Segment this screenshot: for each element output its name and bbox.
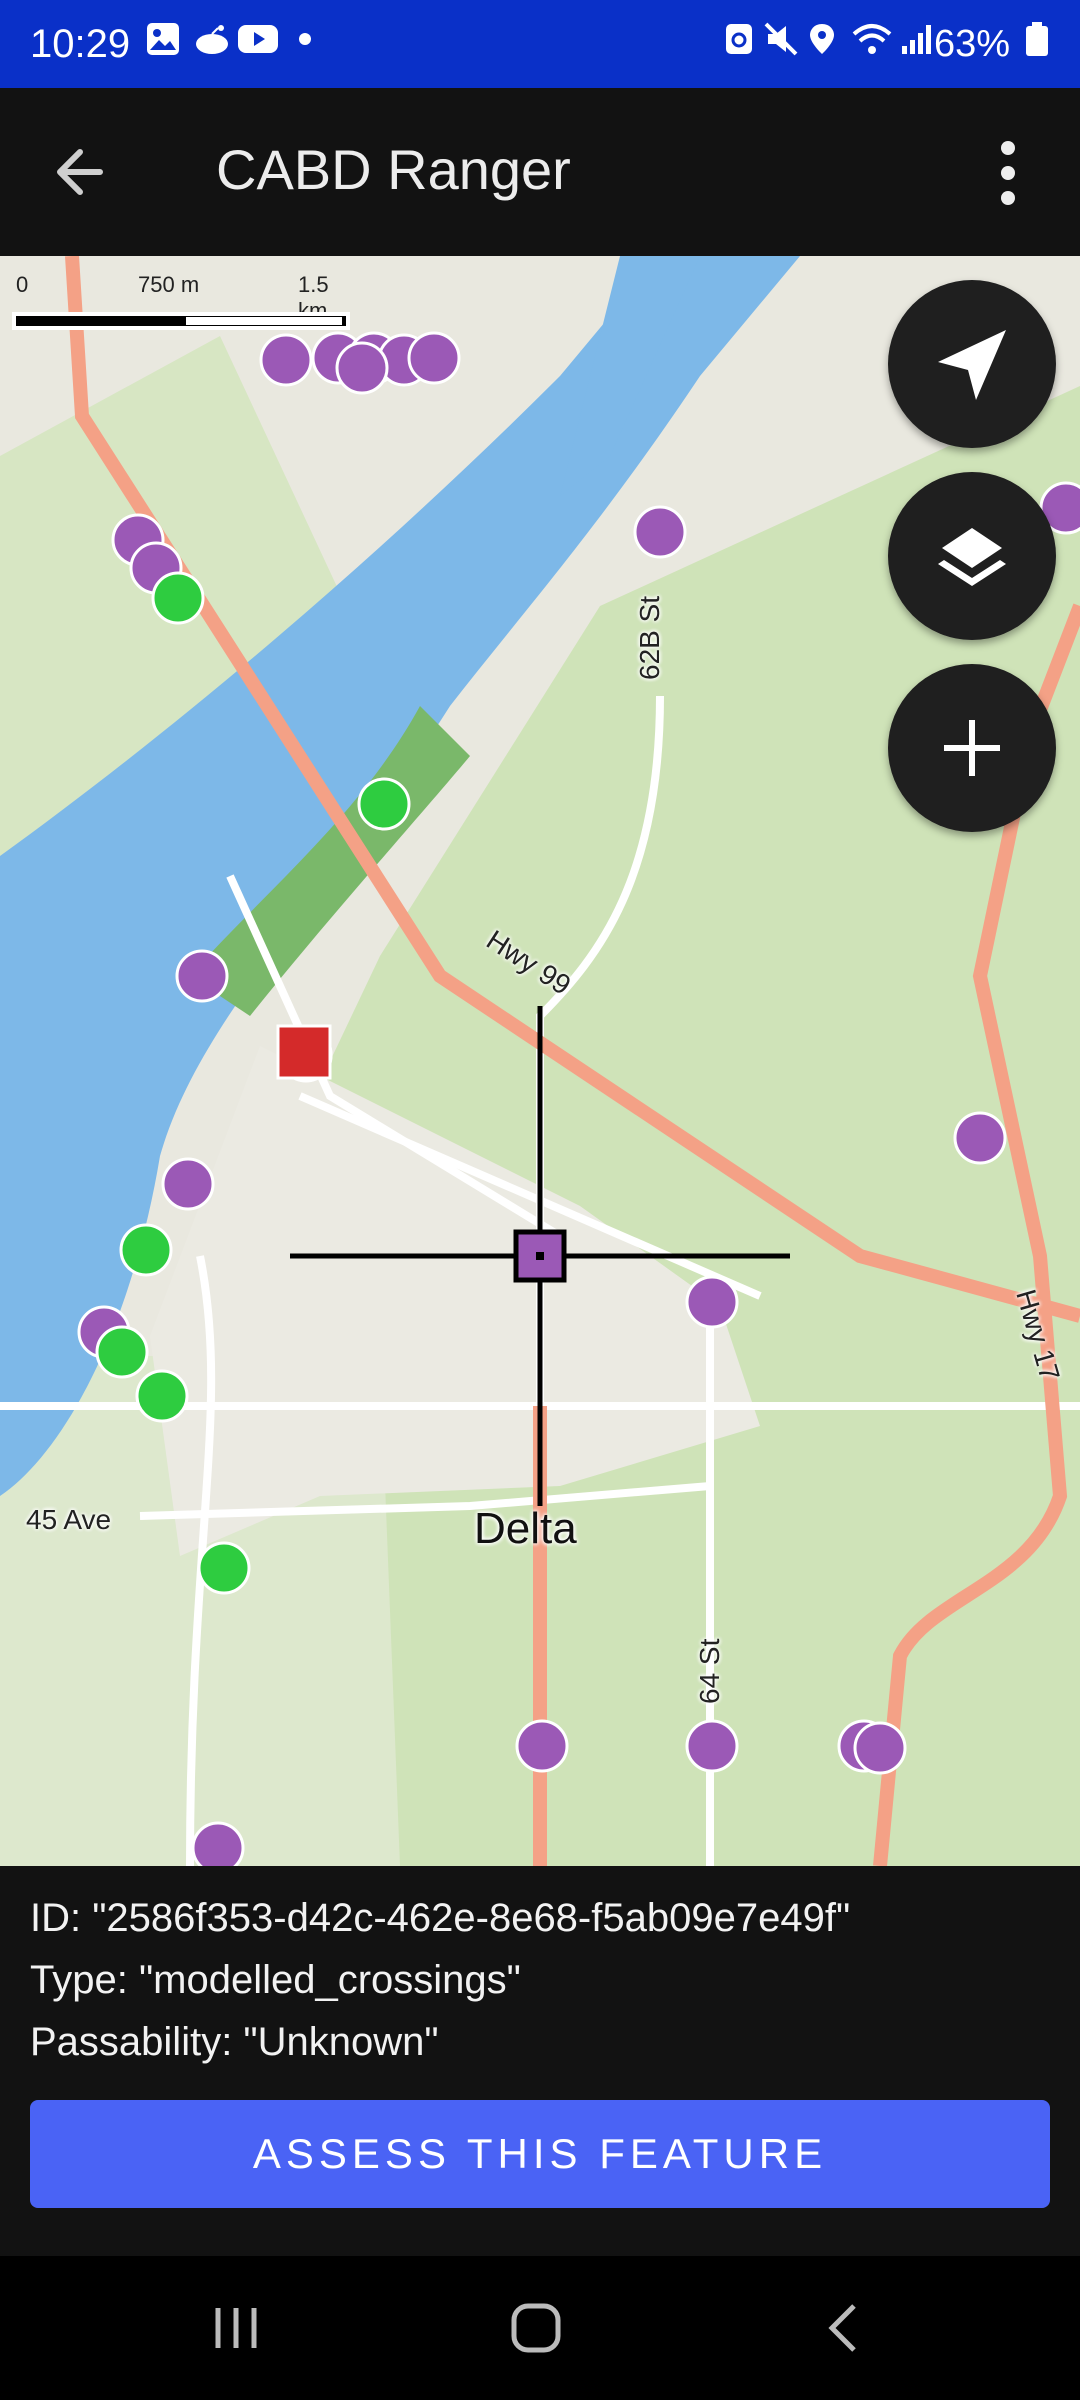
- mute-icon: [764, 22, 798, 56]
- map-marker[interactable]: [119, 1223, 173, 1277]
- map-marker[interactable]: [407, 331, 461, 385]
- map-marker[interactable]: [953, 1111, 1007, 1165]
- scale-label-mid: 750 m: [138, 272, 200, 297]
- recycle-icon: [726, 24, 752, 54]
- map-marker[interactable]: [633, 505, 687, 559]
- navigation-bar: [0, 2256, 1080, 2400]
- map-marker[interactable]: [161, 1157, 215, 1211]
- battery-icon: [1026, 22, 1048, 56]
- arrow-back-icon[interactable]: [52, 144, 112, 200]
- wifi-icon: [852, 24, 892, 54]
- layers-icon: [938, 528, 1006, 586]
- reddit-icon: [196, 25, 228, 54]
- feature-type: Type: "modelled_crossings": [30, 1958, 521, 2002]
- town-label: Delta: [474, 1504, 577, 1553]
- map-marker[interactable]: [135, 1369, 189, 1423]
- map-marker[interactable]: [259, 333, 313, 387]
- map-marker[interactable]: [197, 1541, 251, 1595]
- map-marker[interactable]: [151, 571, 205, 625]
- crosshair-center: [536, 1252, 544, 1260]
- add-button[interactable]: [888, 664, 1056, 832]
- dot-icon: [299, 33, 311, 45]
- map-marker[interactable]: [335, 341, 389, 395]
- map-marker[interactable]: [853, 1721, 907, 1775]
- layers-button[interactable]: [888, 472, 1056, 640]
- assess-feature-button[interactable]: ASSESS THIS FEATURE: [30, 2100, 1050, 2208]
- feature-panel: ID: "2586f353-d42c-462e-8e68-f5ab09e7e49…: [0, 1866, 1080, 2256]
- road-label-62b: 62B St: [634, 595, 665, 680]
- app-bar: CABD Ranger: [0, 88, 1080, 256]
- map-view[interactable]: 0 750 m 1.5 km 62B St Hwy 99 Hwy 17 45 A…: [0, 256, 1080, 1866]
- road-label-64st: 64 St: [694, 1638, 725, 1704]
- signal-icon: [902, 25, 931, 54]
- road-label-45ave: 45 Ave: [26, 1504, 112, 1535]
- feature-passability: Passability: "Unknown": [30, 2020, 439, 2064]
- navigation-icon: [938, 330, 1006, 400]
- plus-icon: [944, 720, 1000, 776]
- navigation-button[interactable]: [888, 280, 1056, 448]
- location-icon: [810, 24, 834, 54]
- recents-icon[interactable]: [206, 2256, 266, 2400]
- battery-percent: 63%: [933, 23, 1010, 65]
- map-marker[interactable]: [685, 1719, 739, 1773]
- map-marker[interactable]: [95, 1325, 149, 1379]
- status-time: 10:29: [30, 22, 131, 66]
- map-marker[interactable]: [515, 1719, 569, 1773]
- map-marker[interactable]: [357, 777, 411, 831]
- home-icon[interactable]: [506, 2256, 566, 2400]
- map-marker[interactable]: [685, 1275, 739, 1329]
- map-marker[interactable]: [191, 1821, 245, 1866]
- back-nav-icon[interactable]: [816, 2256, 876, 2400]
- feature-id: ID: "2586f353-d42c-462e-8e68-f5ab09e7e49…: [30, 1896, 851, 1940]
- youtube-icon: [238, 25, 278, 53]
- scale-label-start: 0: [16, 272, 29, 297]
- map-marker[interactable]: [175, 949, 229, 1003]
- more-vert-icon[interactable]: [988, 138, 1028, 208]
- scale-bar: 0 750 m 1.5 km: [12, 272, 350, 332]
- scale-bar-line: [12, 312, 350, 330]
- app-title: CABD Ranger: [216, 138, 571, 201]
- selected-red-marker[interactable]: [276, 1024, 332, 1080]
- gallery-icon: [147, 23, 179, 55]
- status-bar: 10:29 63%: [0, 0, 1080, 88]
